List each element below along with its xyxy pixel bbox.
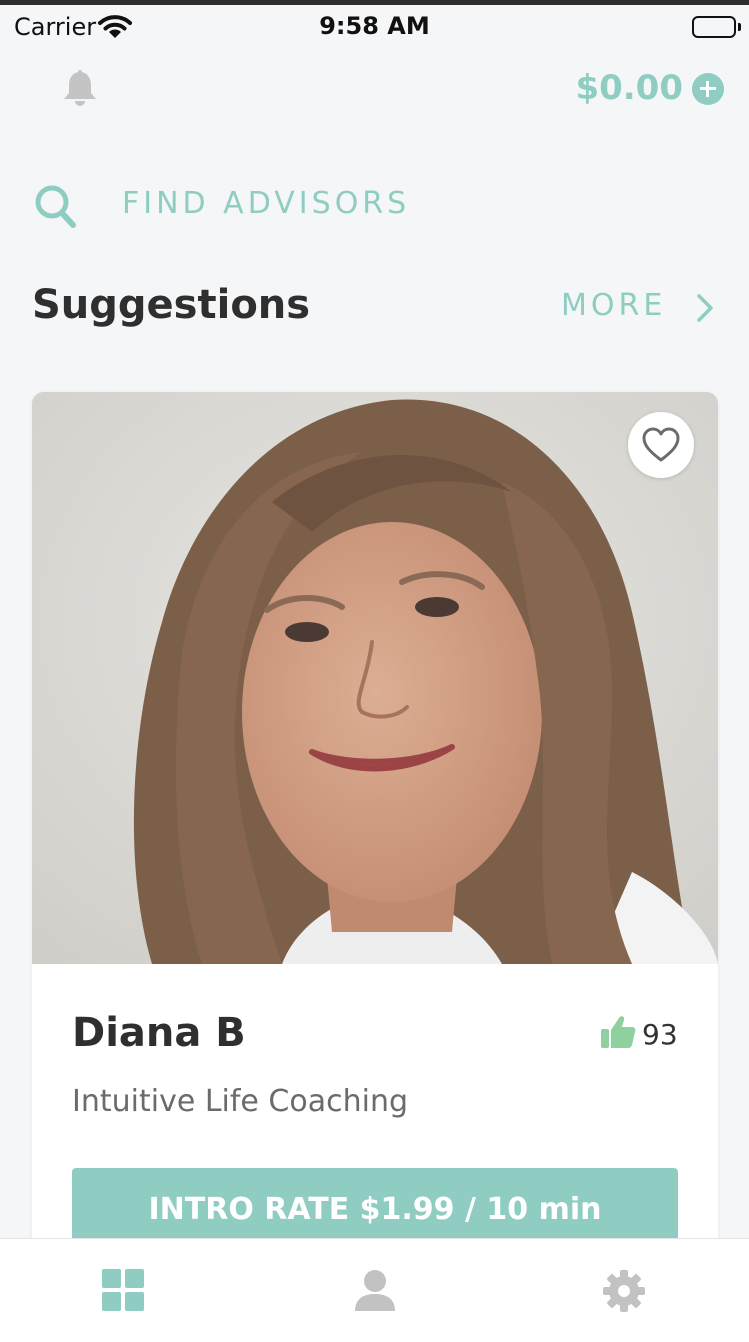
favorite-button[interactable] [628, 412, 694, 478]
status-time: 9:58 AM [319, 12, 430, 40]
heart-outline-icon [642, 427, 680, 462]
battery-icon [692, 16, 736, 38]
tab-bar [0, 1238, 749, 1342]
find-advisors-label: FIND ADVISORS [122, 186, 411, 221]
search-icon [34, 184, 78, 234]
advisor-card[interactable]: Diana B 93 Intuitive Life Coaching INTRO… [32, 392, 718, 1292]
more-label: MORE [561, 288, 667, 323]
grid-icon [102, 1269, 146, 1311]
person-icon [355, 1270, 395, 1311]
status-bar: Carrier 9:58 AM [0, 5, 749, 49]
plus-circle-icon[interactable] [692, 73, 724, 105]
advisor-specialty: Intuitive Life Coaching [72, 1084, 409, 1119]
advisor-photo[interactable] [32, 392, 718, 964]
find-advisors-button[interactable]: FIND ADVISORS [34, 180, 454, 230]
balance-amount[interactable]: $0.00 [575, 68, 683, 108]
more-link[interactable]: MORE [561, 286, 721, 330]
suggestions-title: Suggestions [32, 282, 311, 328]
likes-count: 93 [642, 1018, 678, 1051]
tab-home[interactable] [102, 1269, 146, 1313]
gear-icon [603, 1270, 645, 1312]
bell-icon[interactable] [62, 70, 98, 112]
tab-settings[interactable] [602, 1269, 646, 1313]
battery-tip [738, 23, 741, 31]
chevron-right-icon [695, 292, 715, 328]
thumbs-up-icon [601, 1016, 636, 1048]
likes-badge: 93 [600, 1014, 680, 1054]
tab-profile[interactable] [353, 1269, 397, 1313]
advisor-name: Diana B [72, 1010, 246, 1056]
